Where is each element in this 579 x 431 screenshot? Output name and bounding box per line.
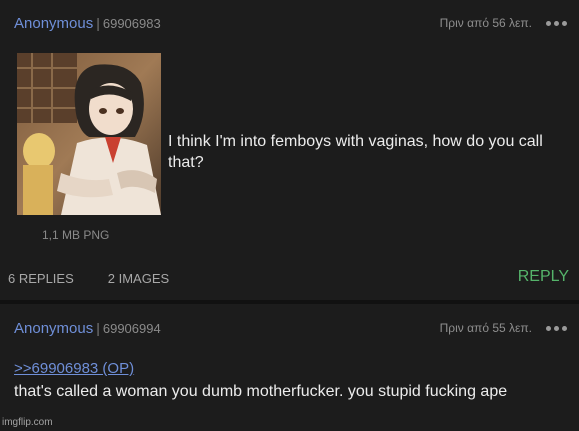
post-image-thumbnail[interactable] (17, 53, 161, 215)
anime-character-image (17, 53, 161, 215)
watermark: imgflip.com (2, 417, 53, 428)
file-info: 1,1 MB PNG (42, 228, 110, 242)
more-dots-icon[interactable] (546, 325, 567, 331)
op-post-header: Anonymous | 69906983 Πριν από 56 λεπ. (14, 12, 567, 34)
post-number[interactable]: 69906983 (103, 16, 161, 31)
post-timestamp: Πριν από 55 λεπ. (439, 321, 532, 335)
thread-stats: 6 REPLIES 2 IMAGES (8, 271, 169, 286)
post-number[interactable]: 69906994 (103, 321, 161, 336)
header-separator: | (96, 15, 100, 31)
images-count: 2 IMAGES (107, 271, 170, 286)
op-post-text: I think I'm into femboys with vaginas, h… (168, 133, 543, 171)
more-dots-icon[interactable] (546, 20, 567, 26)
reply-button[interactable]: REPLY (518, 268, 569, 286)
header-separator: | (96, 320, 100, 336)
poster-name: Anonymous (14, 319, 94, 337)
poster-name: Anonymous (14, 14, 94, 32)
quote-link[interactable]: >>69906983 (OP) (14, 360, 134, 377)
reply-post-text: that's called a woman you dumb motherfuc… (14, 383, 508, 400)
replies-count: 6 REPLIES (8, 271, 74, 286)
op-post: Anonymous | 69906983 Πριν από 56 λεπ. I … (0, 0, 579, 300)
thread-view: Anonymous | 69906983 Πριν από 56 λεπ. I … (0, 0, 579, 431)
post-timestamp: Πριν από 56 λεπ. (439, 16, 532, 30)
reply-post-header: Anonymous | 69906994 Πριν από 55 λεπ. (14, 317, 567, 339)
